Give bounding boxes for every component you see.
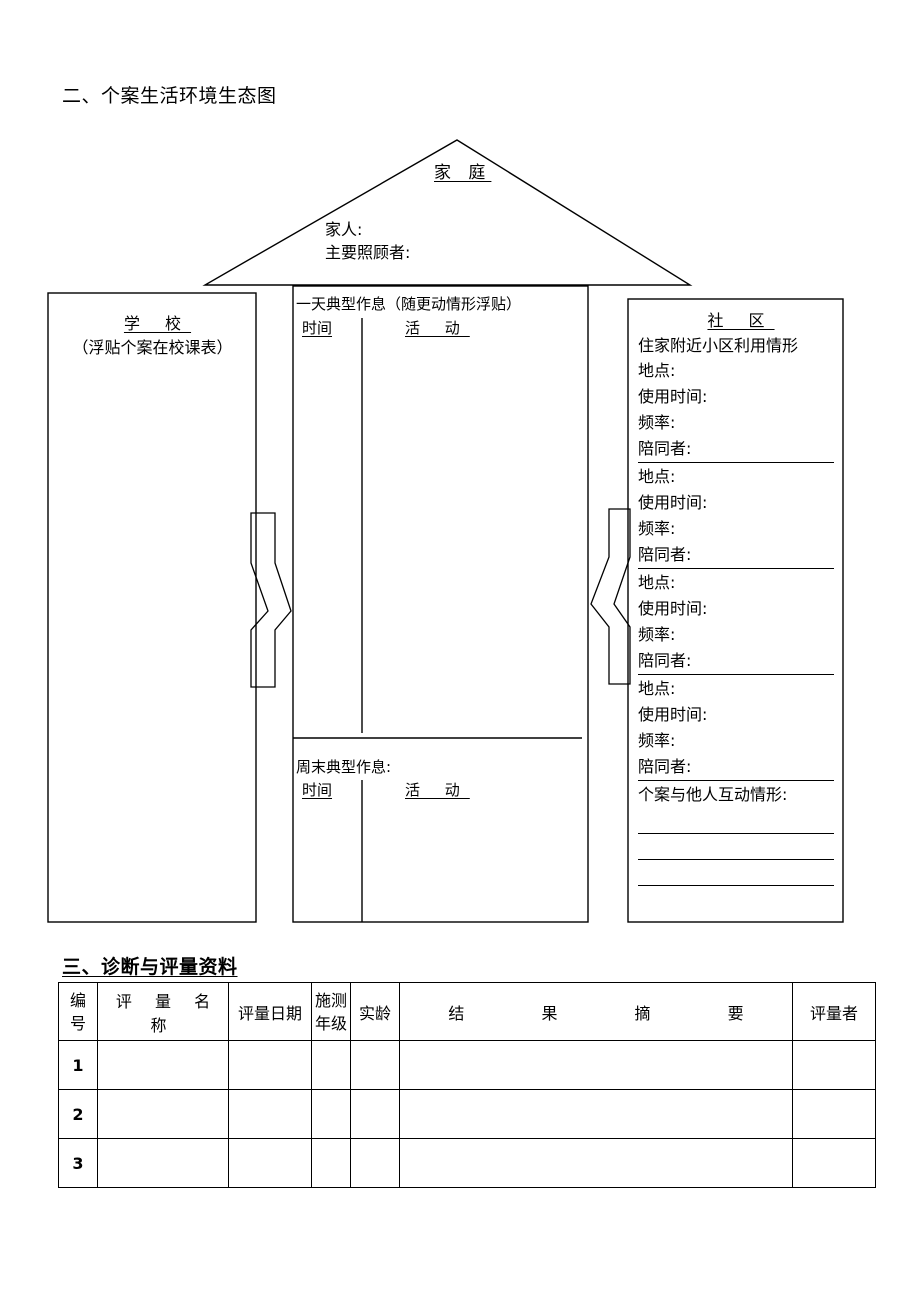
community-interaction-label: 个案与他人互动情形: xyxy=(638,785,788,804)
cell-assessment-name[interactable] xyxy=(97,1040,229,1090)
row-number: 3 xyxy=(58,1138,98,1188)
cell-assessment-name[interactable] xyxy=(97,1089,229,1139)
cell-result-summary[interactable] xyxy=(399,1138,793,1188)
community-usage-time-label: 使用时间: xyxy=(638,493,708,512)
cell-result-summary[interactable] xyxy=(399,1040,793,1090)
community-place-label: 地点: xyxy=(638,679,676,698)
weekend-time-label: 时间 xyxy=(302,781,333,799)
community-frequency-label: 频率: xyxy=(638,731,676,750)
header-actual-age: 实龄 xyxy=(350,982,400,1041)
community-to-middle-arrow xyxy=(590,508,631,685)
cell-assessment-date[interactable] xyxy=(228,1089,312,1139)
document-page: 二、个案生活环境生态图 家 庭 家人: 主要照顾者: 学 校 （浮贴个案在校课表… xyxy=(0,0,920,1302)
school-to-middle-arrow xyxy=(250,512,292,688)
table-header-row: 编 号 评 量 名 称 评量日期 施测 年级 实龄 结 果 摘 要 评量者 xyxy=(58,982,876,1041)
family-members-label: 家人: xyxy=(325,220,363,239)
header-assessment-name: 评 量 名 称 xyxy=(97,982,229,1041)
community-subtitle: 住家附近小区利用情形 xyxy=(638,336,799,355)
cell-assessment-date[interactable] xyxy=(228,1040,312,1090)
table-row: 3 xyxy=(58,1138,876,1188)
header-no-line1: 编 xyxy=(69,990,86,1010)
section-three-heading: 三、诊断与评量资料 xyxy=(62,956,238,978)
row-number: 1 xyxy=(58,1040,98,1090)
weekday-activity-label: 活 动 xyxy=(405,319,470,337)
ecomap-diagram: 家 庭 家人: 主要照顾者: 学 校 （浮贴个案在校课表） 一天典型作息（随更动… xyxy=(0,0,920,950)
community-usage-time-label: 使用时间: xyxy=(638,387,708,406)
header-grade-line1: 施测 xyxy=(314,990,347,1010)
cell-rater[interactable] xyxy=(792,1138,876,1188)
header-grade-line2: 年级 xyxy=(314,1013,347,1033)
community-blank-line xyxy=(638,860,834,886)
weekday-time-label: 时间 xyxy=(302,319,333,337)
school-title: 学 校 xyxy=(123,314,192,333)
community-companion-label: 陪同者: xyxy=(638,754,834,781)
row-number: 2 xyxy=(58,1089,98,1139)
community-usage-time-label: 使用时间: xyxy=(638,599,708,618)
community-frequency-label: 频率: xyxy=(638,413,676,432)
header-test-grade: 施测 年级 xyxy=(311,982,351,1041)
community-frequency-label: 频率: xyxy=(638,519,676,538)
header-result-summary: 结 果 摘 要 xyxy=(399,982,793,1041)
community-place-label: 地点: xyxy=(638,573,676,592)
header-no-line2: 号 xyxy=(69,1013,86,1033)
community-companion-label: 陪同者: xyxy=(638,542,834,569)
assessment-table: 编 号 评 量 名 称 评量日期 施测 年级 实龄 结 果 摘 要 评量者 1 … xyxy=(58,982,876,1188)
cell-test-grade[interactable] xyxy=(311,1040,351,1090)
community-companion-label: 陪同者: xyxy=(638,648,834,675)
community-box-content: 社 区 住家附近小区利用情形 地点: 使用时间: 频率: 陪同者: 地点: 使用… xyxy=(638,307,834,886)
weekend-routine-title: 周末典型作息: xyxy=(296,758,392,776)
school-note: （浮贴个案在校课表） xyxy=(72,338,233,357)
table-row: 2 xyxy=(58,1089,876,1139)
community-place-label: 地点: xyxy=(638,467,676,486)
cell-result-summary[interactable] xyxy=(399,1089,793,1139)
header-rater: 评量者 xyxy=(792,982,876,1041)
community-blank-line xyxy=(638,808,834,834)
community-usage-time-label: 使用时间: xyxy=(638,705,708,724)
school-box-content: 学 校 （浮贴个案在校课表） xyxy=(50,312,255,360)
weekend-activity-label: 活 动 xyxy=(405,781,470,799)
community-blank-line xyxy=(638,834,834,860)
family-title: 家 庭 xyxy=(434,163,492,183)
cell-test-grade[interactable] xyxy=(311,1138,351,1188)
cell-test-grade[interactable] xyxy=(311,1089,351,1139)
community-title: 社 区 xyxy=(707,311,775,330)
cell-rater[interactable] xyxy=(792,1040,876,1090)
table-row: 1 xyxy=(58,1040,876,1090)
cell-actual-age[interactable] xyxy=(350,1138,400,1188)
header-assessment-date: 评量日期 xyxy=(228,982,312,1041)
middle-column-box-shape xyxy=(292,285,589,923)
cell-assessment-date[interactable] xyxy=(228,1138,312,1188)
community-place-label: 地点: xyxy=(638,361,676,380)
community-companion-label: 陪同者: xyxy=(638,436,834,463)
cell-actual-age[interactable] xyxy=(350,1040,400,1090)
cell-rater[interactable] xyxy=(792,1089,876,1139)
community-frequency-label: 频率: xyxy=(638,625,676,644)
cell-actual-age[interactable] xyxy=(350,1089,400,1139)
weekday-routine-title: 一天典型作息（随更动情形浮贴） xyxy=(296,295,522,313)
family-caregiver-label: 主要照顾者: xyxy=(325,243,411,262)
header-no: 编 号 xyxy=(58,982,98,1041)
school-box-shape xyxy=(47,292,257,923)
cell-assessment-name[interactable] xyxy=(97,1138,229,1188)
